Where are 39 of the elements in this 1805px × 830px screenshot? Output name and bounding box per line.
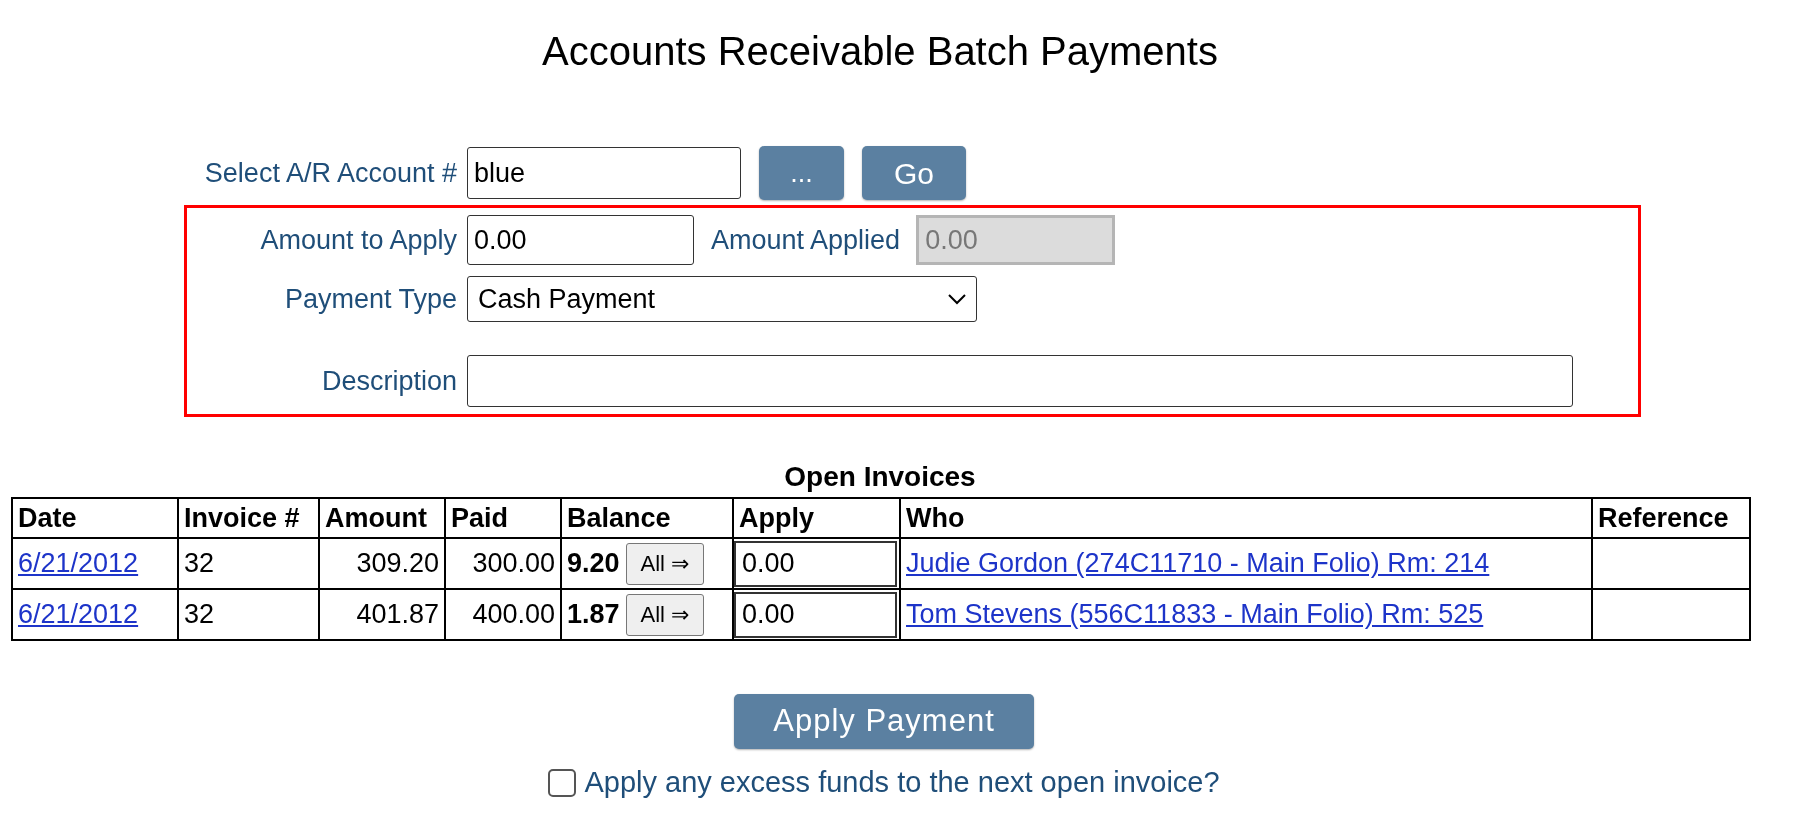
payment-type-select[interactable]: Cash Payment [467, 276, 977, 322]
go-button[interactable]: Go [862, 146, 966, 200]
page-title: Accounts Receivable Batch Payments [541, 28, 1219, 75]
column-header: Amount [319, 498, 445, 538]
chevron-down-icon [948, 293, 966, 305]
amount-to-apply-field[interactable]: 0.00 [467, 215, 694, 265]
checkbox-label: Apply any excess funds to the next open invoice? [584, 765, 1220, 800]
column-header: Reference [1592, 498, 1750, 538]
account-field[interactable]: blue [467, 147, 741, 199]
apply-amount-field[interactable]: 0.00 [734, 591, 897, 638]
field-label: Amount Applied [711, 223, 902, 257]
table-cell: 400.00 [445, 589, 561, 640]
field-label: Select A/R Account # [203, 156, 458, 190]
table-cell: 309.20 [319, 538, 445, 589]
table-cell: 300.00 [445, 538, 561, 589]
column-header: Balance [561, 498, 733, 538]
apply-all-button[interactable]: All ⇒ [625, 593, 705, 636]
balance-value: 1.87 [567, 598, 620, 632]
field-label: Description [320, 364, 458, 398]
column-header: Date [12, 498, 178, 538]
date-link[interactable]: 6/21/2012 [12, 589, 178, 640]
column-header: Invoice # [178, 498, 319, 538]
apply-amount-field[interactable]: 0.00 [734, 540, 897, 587]
checkbox[interactable] [548, 768, 577, 797]
column-header: Apply [733, 498, 900, 538]
apply-all-button[interactable]: All ⇒ [625, 542, 705, 585]
table-title: Open Invoices [783, 460, 977, 494]
column-header: Paid [445, 498, 561, 538]
balance-value: 9.20 [567, 547, 620, 581]
field-label: Payment Type [283, 282, 458, 316]
table-cell: 32 [178, 589, 319, 640]
date-link[interactable]: 6/21/2012 [12, 538, 178, 589]
apply-payment-button[interactable]: Apply Payment [734, 694, 1034, 749]
description-field[interactable] [467, 355, 1573, 407]
column-header: Who [900, 498, 1592, 538]
table-cell: 401.87 [319, 589, 445, 640]
field-label: Amount to Apply [259, 223, 458, 257]
table-cell: 32 [178, 538, 319, 589]
lookup-button[interactable]: ... [759, 146, 844, 200]
